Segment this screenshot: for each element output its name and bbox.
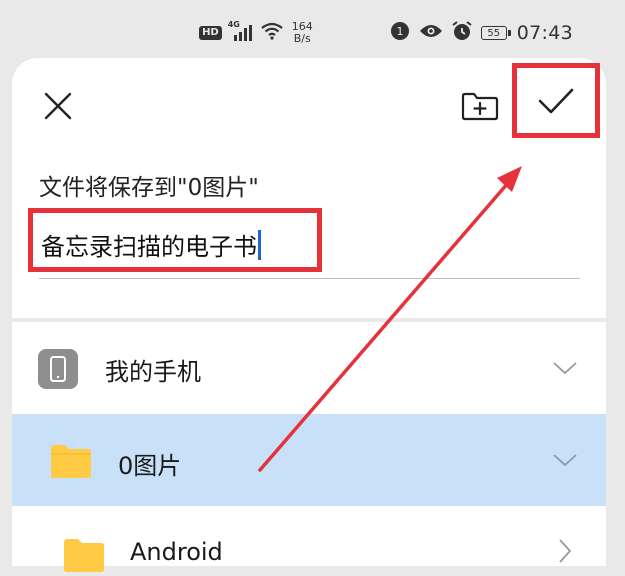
confirm-save-button[interactable] xyxy=(512,63,600,138)
location-row-selected[interactable]: 0图片 xyxy=(12,414,606,506)
close-icon xyxy=(44,92,72,120)
location-row-phone[interactable]: 我的手机 xyxy=(12,322,606,414)
battery-icon: 55 xyxy=(480,26,511,40)
location-label: 0图片 xyxy=(118,452,182,480)
location-label: 我的手机 xyxy=(105,358,201,386)
clock: 07:43 xyxy=(516,22,573,44)
text-caret xyxy=(258,229,261,260)
wifi-icon xyxy=(260,22,284,44)
phone-icon xyxy=(38,349,78,393)
alarm-icon xyxy=(451,20,473,46)
cellular-signal-icon: 4G xyxy=(228,20,252,42)
data-saver-icon: 1 xyxy=(389,20,411,46)
location-row-android[interactable]: Android xyxy=(12,506,606,572)
location-label: Android xyxy=(130,538,223,566)
save-dialog: 文件将保存到"0图片" 备忘录扫描的电子书 xyxy=(12,58,606,318)
filename-input[interactable]: 备忘录扫描的电子书 xyxy=(41,227,261,262)
save-location-hint: 文件将保存到"0图片" xyxy=(39,175,259,201)
chevron-down-icon[interactable] xyxy=(552,355,578,381)
status-bar: HD 4G 164 B/s 1 55 07:43 xyxy=(0,0,625,62)
hd-voice-badge: HD xyxy=(199,26,222,40)
close-button[interactable] xyxy=(38,86,78,126)
folder-icon xyxy=(51,444,91,482)
filename-field-highlight: 备忘录扫描的电子书 xyxy=(28,208,322,272)
svg-text:1: 1 xyxy=(396,25,403,38)
new-folder-button[interactable] xyxy=(458,86,502,126)
network-generation: 4G xyxy=(227,20,240,29)
folder-icon xyxy=(64,538,104,576)
chevron-right-icon[interactable] xyxy=(552,538,578,564)
filename-text: 备忘录扫描的电子书 xyxy=(41,233,257,261)
new-folder-icon xyxy=(461,92,499,121)
status-icons: HD 4G 164 B/s 1 55 07:43 xyxy=(199,20,573,46)
input-underline xyxy=(39,278,580,279)
checkmark-icon xyxy=(538,88,574,113)
network-speed: 164 B/s xyxy=(291,20,313,45)
chevron-down-icon[interactable] xyxy=(552,447,578,473)
eye-comfort-icon xyxy=(419,23,443,43)
